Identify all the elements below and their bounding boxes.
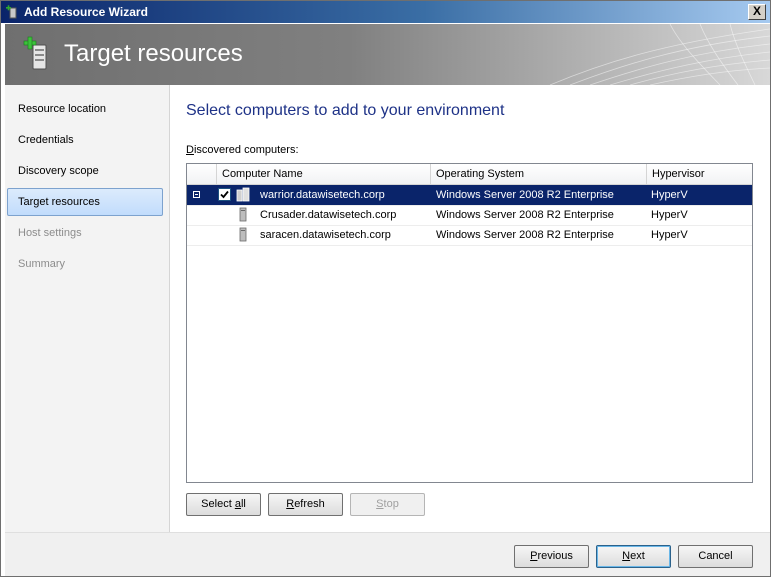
next-label-rest: ext — [630, 550, 645, 562]
column-header-computer-name[interactable]: Computer Name — [217, 164, 431, 184]
select-all-label-prefix: Select — [201, 498, 235, 510]
cell-operating-system: Windows Server 2008 R2 Enterprise — [436, 189, 614, 201]
cancel-button[interactable]: Cancel — [678, 545, 753, 568]
server-icon — [239, 207, 247, 222]
row-checkbox[interactable] — [218, 188, 231, 201]
label-text: iscovered computers: — [193, 144, 299, 156]
collapse-icon[interactable] — [193, 191, 200, 198]
cell-computer-name: Crusader.datawisetech.corp — [260, 209, 397, 221]
stop-mnemonic: S — [376, 498, 384, 510]
discovered-computers-grid[interactable]: Computer Name Operating System Hyperviso… — [186, 163, 753, 483]
cell-hypervisor: HyperV — [651, 189, 688, 201]
refresh-button[interactable]: Refresh — [268, 493, 343, 516]
select-all-label-suffix: ll — [240, 498, 246, 510]
column-header-operating-system[interactable]: Operating System — [431, 164, 647, 184]
cell-hypervisor: HyperV — [651, 209, 688, 221]
select-all-button[interactable]: Select all — [186, 493, 261, 516]
nav-step-credentials[interactable]: Credentials — [7, 126, 163, 154]
page-title: Target resources — [64, 40, 243, 67]
section-heading: Select computers to add to your environm… — [186, 102, 505, 119]
cell-computer-name: warrior.datawisetech.corp — [260, 189, 385, 201]
wizard-window: Add Resource Wizard X Target resources R… — [0, 0, 771, 577]
column-header-expander — [187, 164, 217, 184]
table-row[interactable]: warrior.datawisetech.corp Windows Server… — [187, 185, 752, 206]
server-cluster-icon — [236, 187, 250, 202]
stop-button: Stop — [350, 493, 425, 516]
wizard-app-icon — [6, 5, 17, 19]
refresh-label-rest: efresh — [294, 498, 325, 510]
label-mnemonic: D — [186, 144, 194, 156]
next-mnemonic: N — [622, 550, 631, 562]
refresh-mnemonic: R — [286, 498, 295, 510]
column-header-hypervisor[interactable]: Hypervisor — [647, 164, 752, 184]
nav-step-summary: Summary — [18, 258, 66, 270]
nav-step-resource-location[interactable]: Resource location — [7, 95, 163, 123]
previous-button[interactable]: Previous — [514, 545, 589, 568]
discovered-computers-label: Discovered computers: — [186, 144, 299, 156]
wizard-step-nav: Resource location Credentials Discovery … — [5, 85, 170, 532]
close-button[interactable]: X — [748, 4, 766, 20]
table-row[interactable]: Crusader.datawisetech.corp Windows Serve… — [187, 205, 752, 226]
previous-label-rest: revious — [537, 550, 573, 562]
cell-operating-system: Windows Server 2008 R2 Enterprise — [436, 209, 614, 221]
server-icon — [239, 227, 247, 242]
table-row[interactable]: saracen.datawisetech.corp Windows Server… — [187, 225, 752, 246]
grid-header: Computer Name Operating System Hyperviso… — [187, 164, 752, 185]
stop-label-rest: top — [383, 498, 399, 510]
title-bar[interactable]: Add Resource Wizard X — [1, 1, 770, 23]
nav-step-discovery-scope[interactable]: Discovery scope — [7, 157, 163, 185]
cell-computer-name: saracen.datawisetech.corp — [260, 229, 391, 241]
next-button[interactable]: Next — [596, 545, 671, 568]
checkmark-icon — [220, 190, 229, 199]
banner-wave-decoration — [549, 24, 770, 85]
nav-step-host-settings: Host settings — [18, 227, 82, 239]
nav-step-target-resources[interactable]: Target resources — [7, 188, 163, 216]
add-server-icon — [23, 36, 47, 70]
header-banner: Target resources — [5, 24, 770, 85]
cell-operating-system: Windows Server 2008 R2 Enterprise — [436, 229, 614, 241]
cell-hypervisor: HyperV — [651, 229, 688, 241]
window-title: Add Resource Wizard — [24, 5, 148, 19]
